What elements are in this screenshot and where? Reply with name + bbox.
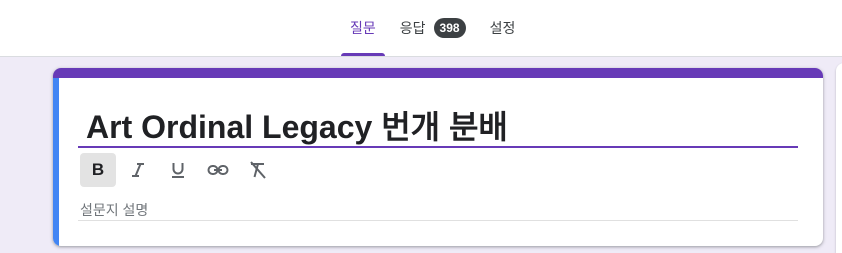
underline-icon [172,163,184,178]
text-format-toolbar: B [80,153,280,187]
form-header-card[interactable]: Art Ordinal Legacy 번개 분배 B 설문지 설명 [53,68,823,246]
form-title-input[interactable]: Art Ordinal Legacy 번개 분배 [78,94,798,148]
form-title-text: Art Ordinal Legacy 번개 분배 [86,109,508,145]
form-description-input[interactable]: 설문지 설명 [78,198,798,221]
form-description-placeholder: 설문지 설명 [80,202,149,218]
clear-format-icon [250,161,266,179]
tab-responses[interactable]: 응답 398 [388,0,478,56]
card-accent-bar [53,68,823,78]
underline-button[interactable] [160,153,196,187]
italic-button[interactable] [120,153,156,187]
tab-questions-label: 질문 [350,20,376,36]
top-bar: 질문 응답 398 설정 [0,0,842,57]
form-tabs: 질문 응답 398 설정 [338,0,527,56]
tab-settings-label: 설정 [489,20,516,36]
italic-icon [132,163,144,177]
clear-format-button[interactable] [240,153,276,187]
side-panel-edge [836,63,842,253]
link-icon [207,165,229,175]
card-focus-indicator [53,78,59,246]
tab-settings[interactable]: 설정 [478,0,528,56]
bold-icon: B [91,160,105,179]
tab-questions[interactable]: 질문 [338,0,388,56]
responses-count-badge: 398 [433,18,466,38]
bold-button[interactable]: B [80,153,116,187]
link-button[interactable] [200,153,236,187]
tab-responses-label: 응답 [399,20,426,36]
